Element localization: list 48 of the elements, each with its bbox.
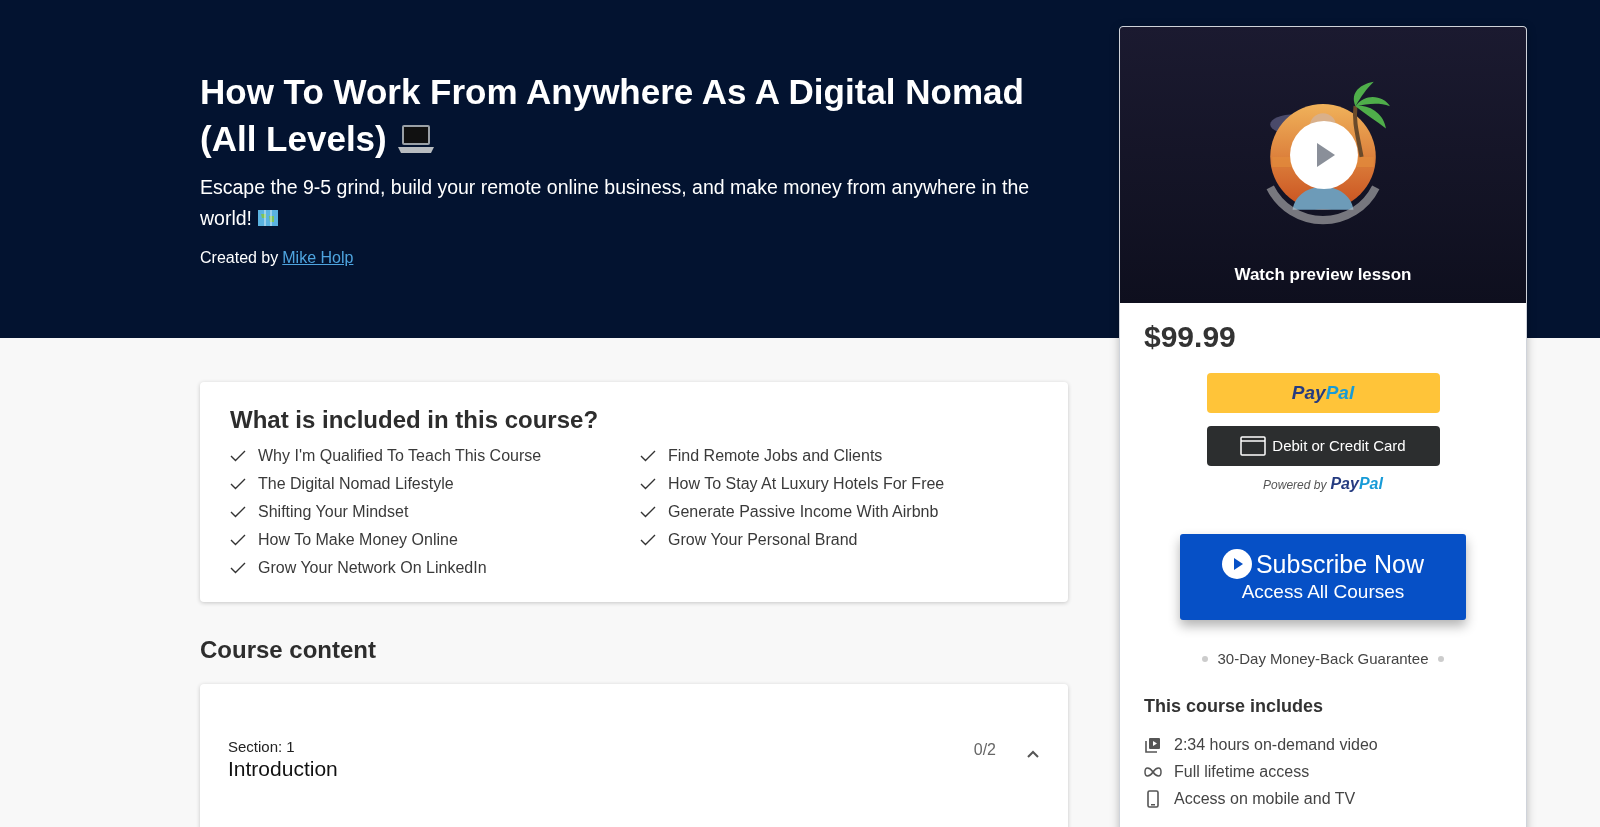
check-icon — [640, 478, 656, 490]
included-item: Grow Your Personal Brand — [668, 530, 858, 550]
infinity-icon — [1144, 767, 1162, 777]
check-icon — [640, 534, 656, 546]
includes-item: Full lifetime access — [1174, 762, 1310, 782]
check-icon — [230, 534, 246, 546]
included-item: Shifting Your Mindset — [258, 502, 409, 522]
mobile-phone-icon — [1147, 790, 1159, 808]
includes-title: This course includes — [1144, 694, 1325, 718]
credit-card-icon — [1240, 436, 1267, 456]
includes-item: 2:34 hours on-demand video — [1174, 735, 1378, 755]
preview-caption: Watch preview lesson — [1233, 263, 1413, 286]
paypal-logo: PayPal — [1330, 474, 1383, 494]
included-item: How To Stay At Luxury Hotels For Free — [668, 474, 945, 494]
includes-item: Access on mobile and TV — [1174, 789, 1356, 809]
included-item: Why I'm Qualified To Teach This Course — [258, 446, 542, 466]
section-label: Section: 1 — [228, 738, 296, 756]
laptop-icon — [396, 123, 437, 155]
preview-video[interactable]: Watch preview lesson — [1120, 27, 1526, 303]
course-title: How To Work From Anywhere As A Digital Nomad (All Levels) — [200, 71, 1025, 160]
paypal-button[interactable]: PayPal — [1206, 373, 1440, 413]
powered-by-label: Powered by — [1263, 477, 1327, 494]
check-icon — [230, 450, 246, 462]
check-icon — [640, 450, 656, 462]
included-item: Generate Passive Income With Airbnb — [668, 502, 939, 522]
section-title: Introduction — [228, 756, 339, 782]
subscribe-button[interactable]: Subscribe Now Access All Courses — [1180, 534, 1466, 620]
included-item: How To Make Money Online — [258, 530, 458, 550]
card-payment-button[interactable]: Debit or Credit Card — [1206, 426, 1440, 466]
map-icon — [257, 208, 280, 228]
check-icon — [230, 562, 246, 574]
chevron-up-icon[interactable] — [1026, 750, 1040, 759]
included-item: Find Remote Jobs and Clients — [668, 446, 883, 466]
course-content-title: Course content — [200, 635, 377, 665]
play-circle-icon — [1221, 549, 1252, 579]
course-subtitle: Escape the 9-5 grind, build your remote online business, and make money from anywhere in the world! — [200, 175, 1031, 231]
check-icon — [230, 506, 246, 518]
author-link[interactable]: Mike Holp — [282, 246, 354, 270]
included-title: What is included in this course? — [230, 405, 600, 435]
check-icon — [640, 506, 656, 518]
included-item: The Digital Nomad Lifestyle — [258, 474, 454, 494]
guarantee-text: 30-Day Money-Back Guarantee — [1217, 649, 1429, 669]
check-icon — [230, 478, 246, 490]
included-item: Grow Your Network On LinkedIn — [258, 558, 487, 578]
video-library-icon — [1145, 737, 1161, 753]
play-button[interactable] — [1290, 121, 1358, 189]
price: $99.99 — [1144, 319, 1237, 355]
created-by-label: Created by — [200, 248, 279, 268]
